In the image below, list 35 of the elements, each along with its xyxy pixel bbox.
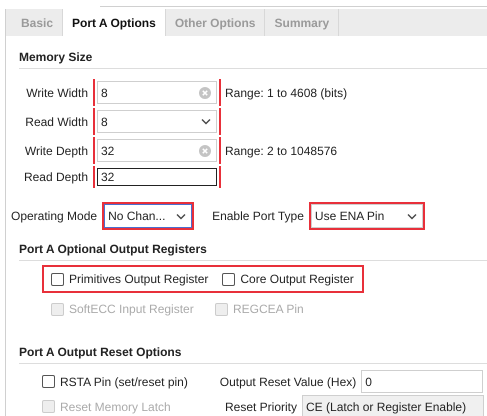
checkbox-label: SoftECC Input Register [69,302,194,316]
section-heading: Memory Size [19,50,487,69]
caret-icon [176,212,186,220]
checkbox-label: Core Output Register [240,272,354,286]
field-label: Write Depth [24,144,89,158]
field-label: Reset Priority [224,400,298,414]
checkbox[interactable] [51,272,64,286]
checkbox-label: RSTA Pin (set/reset pin) [60,374,188,388]
checkbox-label: Reset Memory Latch [60,400,171,414]
section-heading: Port A Optional Output Registers [19,242,487,261]
dropdown[interactable]: 8 [97,110,217,133]
field-label: Read Depth [22,170,89,184]
range-hint: Range: 1 to 4608 (bits) [225,86,348,100]
input-field[interactable]: 32 [97,168,217,186]
input-field[interactable]: 32 [97,139,217,162]
field-label: Operating Mode [11,209,98,223]
dropdown[interactable]: Use ENA Pin [310,204,423,228]
field-label: Read Width [24,114,89,128]
checkbox[interactable] [222,272,236,286]
input-field[interactable]: 0 [361,370,484,393]
section-heading: Port A Output Reset Options [19,345,487,364]
caret-icon [201,118,211,125]
field-label: Write Width [25,86,89,100]
input-field[interactable]: 8 [97,81,217,104]
checkbox-label: REGCEA Pin [233,302,304,316]
caret-icon [406,212,417,220]
clear-icon[interactable] [199,86,211,98]
range-hint: Range: 2 to 1048576 [225,144,338,158]
checkbox-label: Primitives Output Register [69,272,208,286]
checkbox[interactable] [42,375,55,388]
clear-icon[interactable] [199,144,211,156]
field-label: Enable Port Type [212,209,305,223]
tab[interactable]: Port A Options [63,9,166,36]
field-label: Output Reset Value (Hex) [218,374,358,388]
dropdown[interactable]: No Chan... [104,204,192,228]
